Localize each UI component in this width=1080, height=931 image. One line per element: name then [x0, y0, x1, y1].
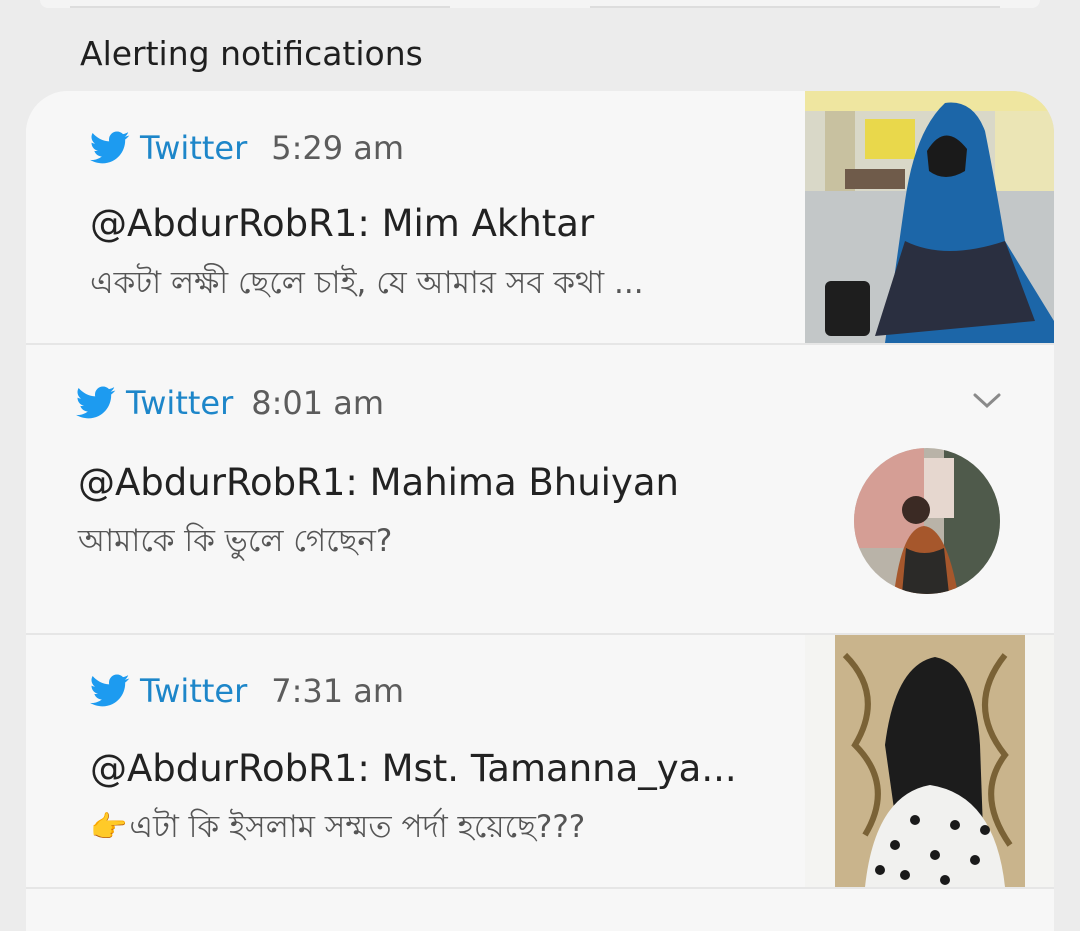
twitter-bird-icon: [76, 386, 116, 419]
woman-blue-hijab-photo: [805, 91, 1054, 343]
notification-title: @AbdurRobR1: Mim Akhtar: [90, 202, 595, 245]
notification-time: 8:01 am: [251, 384, 385, 422]
section-title: Alerting notifications: [80, 34, 423, 73]
woman-niqab-polka-dot-photo: [805, 635, 1054, 887]
notification-time: 5:29 am: [271, 129, 405, 167]
app-name: Twitter: [140, 672, 248, 710]
app-name: Twitter: [126, 384, 234, 422]
notification-header: Twitter 7:31 am: [90, 671, 404, 711]
twitter-bird-icon: [90, 674, 130, 707]
chevron-down-icon[interactable]: [972, 391, 1002, 411]
edge-line-right: [590, 6, 1000, 8]
avatar: [854, 448, 1000, 594]
notification-title: @AbdurRobR1: Mst. Tamanna_ya...: [90, 747, 737, 790]
edge-line-left: [70, 6, 450, 8]
notification-image: [805, 635, 1054, 887]
pointing-right-emoji: 👉: [90, 810, 128, 845]
notification-time: 7:31 am: [271, 672, 405, 710]
previous-section-edge: [40, 0, 1040, 8]
notification-body-text: এটা কি ইসলাম সম্মত পর্দা হয়েছে???: [129, 809, 586, 845]
notification-body: একটা লক্ষী ছেলে চাই, যে আমার সব কথা ...: [90, 265, 644, 301]
twitter-bird-icon: [90, 131, 130, 164]
notification-image: [805, 91, 1054, 343]
notification-card-3[interactable]: Twitter 7:31 am @AbdurRobR1: Mst. Tamann…: [26, 635, 1054, 887]
notification-body: 👉এটা কি ইসলাম সম্মত পর্দা হয়েছে???: [90, 803, 585, 855]
notification-title: @AbdurRobR1: Mahima Bhuiyan: [78, 461, 679, 504]
woman-avatar-blurred: [854, 448, 1000, 594]
notification-divider: [26, 887, 1054, 889]
notification-header: Twitter 5:29 am: [90, 128, 404, 168]
notification-header: Twitter 8:01 am: [76, 383, 384, 423]
app-name: Twitter: [140, 129, 248, 167]
notification-panel: Twitter 5:29 am @AbdurRobR1: Mim Akhtar …: [26, 91, 1054, 931]
notification-body: আমাকে কি ভুলে গেছেন?: [78, 523, 393, 559]
notification-card-2[interactable]: Twitter 8:01 am @AbdurRobR1: Mahima Bhui…: [26, 345, 1054, 633]
notification-card-1[interactable]: Twitter 5:29 am @AbdurRobR1: Mim Akhtar …: [26, 91, 1054, 343]
